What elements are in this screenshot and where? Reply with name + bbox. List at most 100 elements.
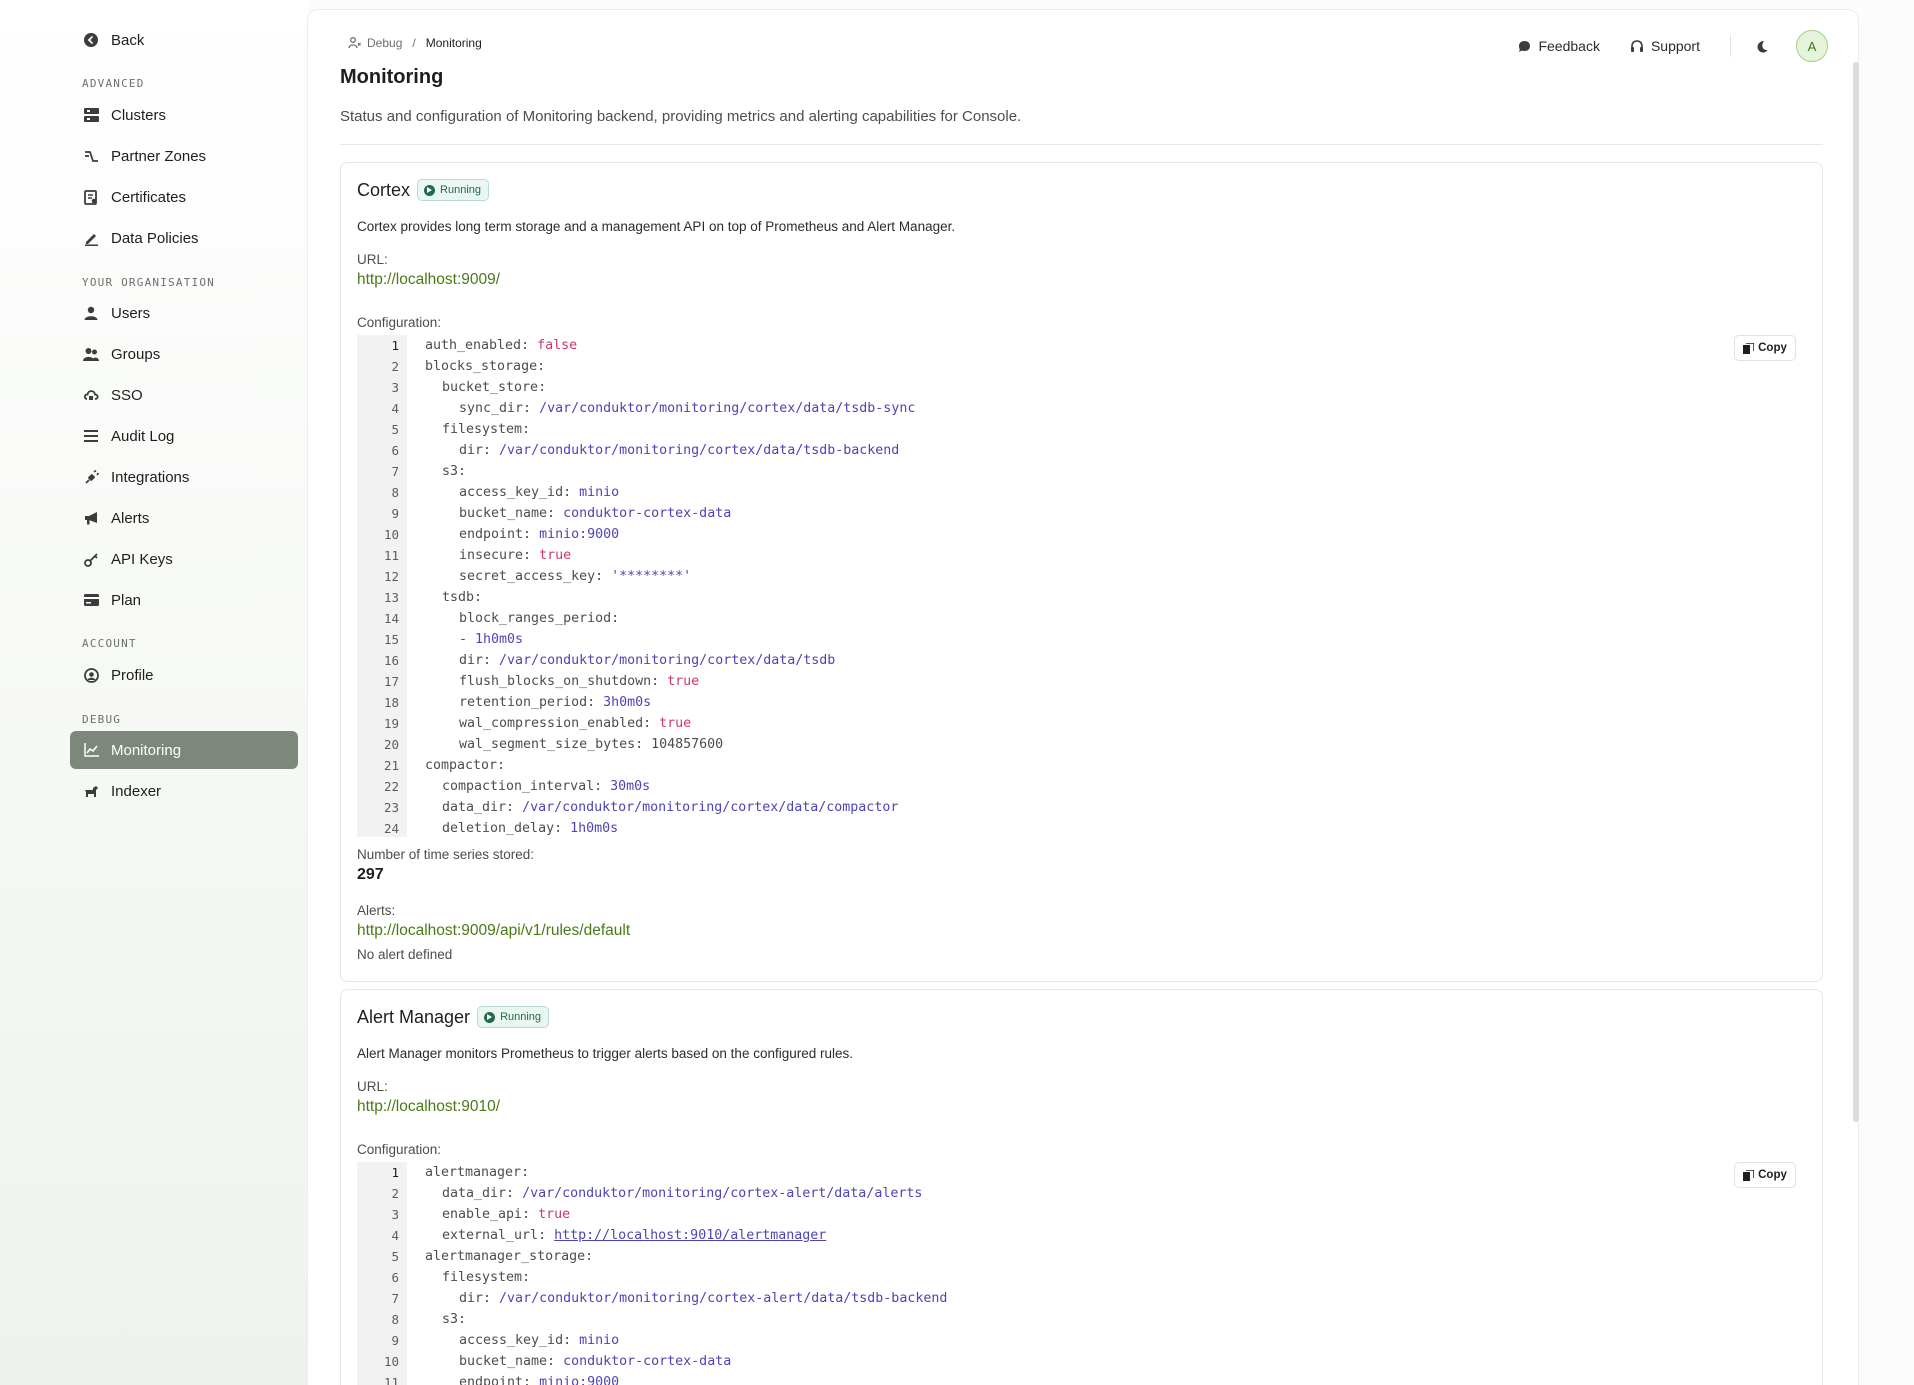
code-value[interactable]: http://localhost:9010/alertmanager bbox=[554, 1228, 826, 1243]
line-number: 16 bbox=[383, 653, 399, 668]
sidebar-item-api-keys[interactable]: API Keys bbox=[70, 540, 298, 578]
sidebar-item-label: Monitoring bbox=[111, 741, 182, 759]
theme-toggle-button[interactable] bbox=[1755, 40, 1768, 53]
scrollbar[interactable] bbox=[1853, 62, 1859, 1122]
cortex-title-row: Cortex Running bbox=[357, 179, 489, 201]
sidebar-item-monitoring[interactable]: Monitoring bbox=[70, 731, 298, 769]
copy-button[interactable]: Copy bbox=[1734, 335, 1796, 361]
cortex-url-link[interactable]: http://localhost:9009/ bbox=[357, 271, 500, 289]
line-number: 1 bbox=[391, 1165, 399, 1180]
code-line: 2 data_dir: /var/conduktor/monitoring/cor… bbox=[357, 1183, 1807, 1204]
code-text: insecure: true bbox=[459, 545, 571, 566]
code-text: data_dir: /var/conduktor/monitoring/cort… bbox=[442, 797, 898, 818]
sidebar-item-sso[interactable]: SSO bbox=[70, 376, 298, 414]
configuration-label: Configuration: bbox=[357, 315, 442, 330]
code-text: bucket_store: bbox=[442, 377, 546, 398]
code-key: auth_enabled: bbox=[425, 338, 530, 353]
cortex-title: Cortex bbox=[357, 179, 411, 200]
feedback-button[interactable]: Feedback bbox=[1518, 38, 1600, 54]
sidebar-item-integrations[interactable]: Integrations bbox=[70, 458, 298, 496]
sidebar-item-indexer[interactable]: Indexer bbox=[70, 772, 298, 810]
code-line: 9 access_key_id: minio bbox=[357, 1330, 1807, 1351]
section-organisation: YOUR ORGANISATION bbox=[82, 276, 215, 289]
line-number: 15 bbox=[383, 632, 399, 647]
code-line: 7 dir: /var/conduktor/monitoring/cortex-a… bbox=[357, 1288, 1807, 1309]
code-key: flush_blocks_on_shutdown: bbox=[459, 674, 660, 689]
line-number: 5 bbox=[391, 422, 399, 437]
code-text: flush_blocks_on_shutdown: true bbox=[459, 671, 699, 692]
cloud-lock-icon bbox=[82, 386, 100, 404]
line-number: 13 bbox=[383, 590, 399, 605]
code-value: true bbox=[539, 548, 572, 563]
alerts-label: Alerts: bbox=[357, 903, 396, 918]
code-text: alertmanager: bbox=[425, 1162, 529, 1183]
breadcrumb-current: Monitoring bbox=[425, 36, 482, 50]
code-line: 17 flush_blocks_on_shutdown: true bbox=[357, 671, 1807, 692]
sidebar-item-label: Integrations bbox=[111, 468, 190, 486]
sidebar-item-partner-zones[interactable]: Partner Zones bbox=[70, 137, 298, 175]
chat-bubble-icon bbox=[1518, 40, 1531, 53]
code-text: compactor: bbox=[425, 755, 505, 776]
code-text: - 1h0m0s bbox=[459, 629, 523, 650]
topbar: Debug / Monitoring Feedback Support A bbox=[338, 28, 1828, 68]
back-button[interactable]: Back bbox=[70, 21, 298, 59]
sidebar-item-profile[interactable]: Profile bbox=[70, 656, 298, 694]
code-text: dir: /var/conduktor/monitoring/cortex/da… bbox=[459, 650, 835, 671]
code-lines: 1 alertmanager: 2 data_dir: /var/conduktor/… bbox=[357, 1162, 1807, 1385]
code-value: true bbox=[659, 716, 692, 731]
sidebar-item-users[interactable]: Users bbox=[70, 294, 298, 332]
code-key: secret_access_key: bbox=[459, 569, 604, 584]
cortex-config-code[interactable]: 1 auth_enabled: false 2 blocks_storage: 3 buc… bbox=[357, 335, 1807, 837]
support-button[interactable]: Support bbox=[1630, 38, 1700, 54]
code-value: /var/conduktor/monitoring/cortex-alert/d… bbox=[522, 1186, 923, 1201]
code-line: 19 wal_compression_enabled: true bbox=[357, 713, 1807, 734]
code-line: 5 filesystem: bbox=[357, 419, 1807, 440]
sidebar-item-label: Plan bbox=[111, 591, 142, 609]
code-value: 30m0s bbox=[610, 779, 651, 794]
sidebar-item-label: Certificates bbox=[111, 188, 187, 206]
alertmanager-url-link[interactable]: http://localhost:9010/ bbox=[357, 1098, 500, 1116]
code-text: secret_access_key: '********' bbox=[459, 566, 691, 587]
code-text: dir: /var/conduktor/monitoring/cortex/da… bbox=[459, 440, 899, 461]
alerts-url-link[interactable]: http://localhost:9009/api/v1/rules/defau… bbox=[357, 922, 630, 940]
code-line: 15 - 1h0m0s bbox=[357, 629, 1807, 650]
alertmanager-config-code[interactable]: 1 alertmanager: 2 data_dir: /var/conduktor/… bbox=[357, 1162, 1807, 1385]
code-line: 6 filesystem: bbox=[357, 1267, 1807, 1288]
code-text: sync_dir: /var/conduktor/monitoring/cort… bbox=[459, 398, 915, 419]
copy-label: Copy bbox=[1758, 342, 1787, 354]
sidebar-item-audit-log[interactable]: Audit Log bbox=[70, 417, 298, 455]
code-text: bucket_name: conduktor-cortex-data bbox=[459, 1351, 731, 1372]
code-key: insecure: bbox=[459, 548, 532, 563]
code-line: 1 auth_enabled: false bbox=[357, 335, 1807, 356]
key-icon bbox=[82, 550, 100, 568]
play-icon bbox=[424, 184, 436, 196]
copy-button[interactable]: Copy bbox=[1734, 1162, 1796, 1188]
code-text: alertmanager_storage: bbox=[425, 1246, 593, 1267]
code-line: 6 dir: /var/conduktor/monitoring/cortex/d… bbox=[357, 440, 1807, 461]
url-label: URL: bbox=[357, 252, 388, 267]
code-value: minio:9000 bbox=[539, 527, 620, 542]
avatar[interactable]: A bbox=[1796, 30, 1828, 62]
line-number: 20 bbox=[383, 737, 399, 752]
credit-card-icon bbox=[82, 591, 100, 609]
sidebar-item-alerts[interactable]: Alerts bbox=[70, 499, 298, 537]
code-text: compaction_interval: 30m0s bbox=[442, 776, 650, 797]
line-number: 10 bbox=[383, 1354, 399, 1369]
line-number: 3 bbox=[391, 380, 399, 395]
line-number: 24 bbox=[383, 821, 399, 836]
line-number: 8 bbox=[391, 1312, 399, 1327]
breadcrumb-root[interactable]: Debug bbox=[367, 36, 402, 50]
sidebar-item-data-policies[interactable]: Data Policies bbox=[70, 219, 298, 257]
code-line: 8 access_key_id: minio bbox=[357, 482, 1807, 503]
code-key: deletion_delay: bbox=[442, 821, 563, 836]
sidebar-item-groups[interactable]: Groups bbox=[70, 335, 298, 373]
sidebar-item-certificates[interactable]: Certificates bbox=[70, 178, 298, 216]
sidebar-item-label: Alerts bbox=[111, 509, 150, 527]
sidebar-item-plan[interactable]: Plan bbox=[70, 581, 298, 619]
code-value: /var/conduktor/monitoring/cortex/data/ts… bbox=[539, 401, 916, 416]
sidebar-item-clusters[interactable]: Clusters bbox=[70, 96, 298, 134]
code-value: /var/conduktor/monitoring/cortex/data/ts… bbox=[499, 653, 836, 668]
code-key: data_dir: bbox=[442, 800, 515, 815]
line-number: 4 bbox=[391, 1228, 399, 1243]
line-number: 23 bbox=[383, 800, 399, 815]
